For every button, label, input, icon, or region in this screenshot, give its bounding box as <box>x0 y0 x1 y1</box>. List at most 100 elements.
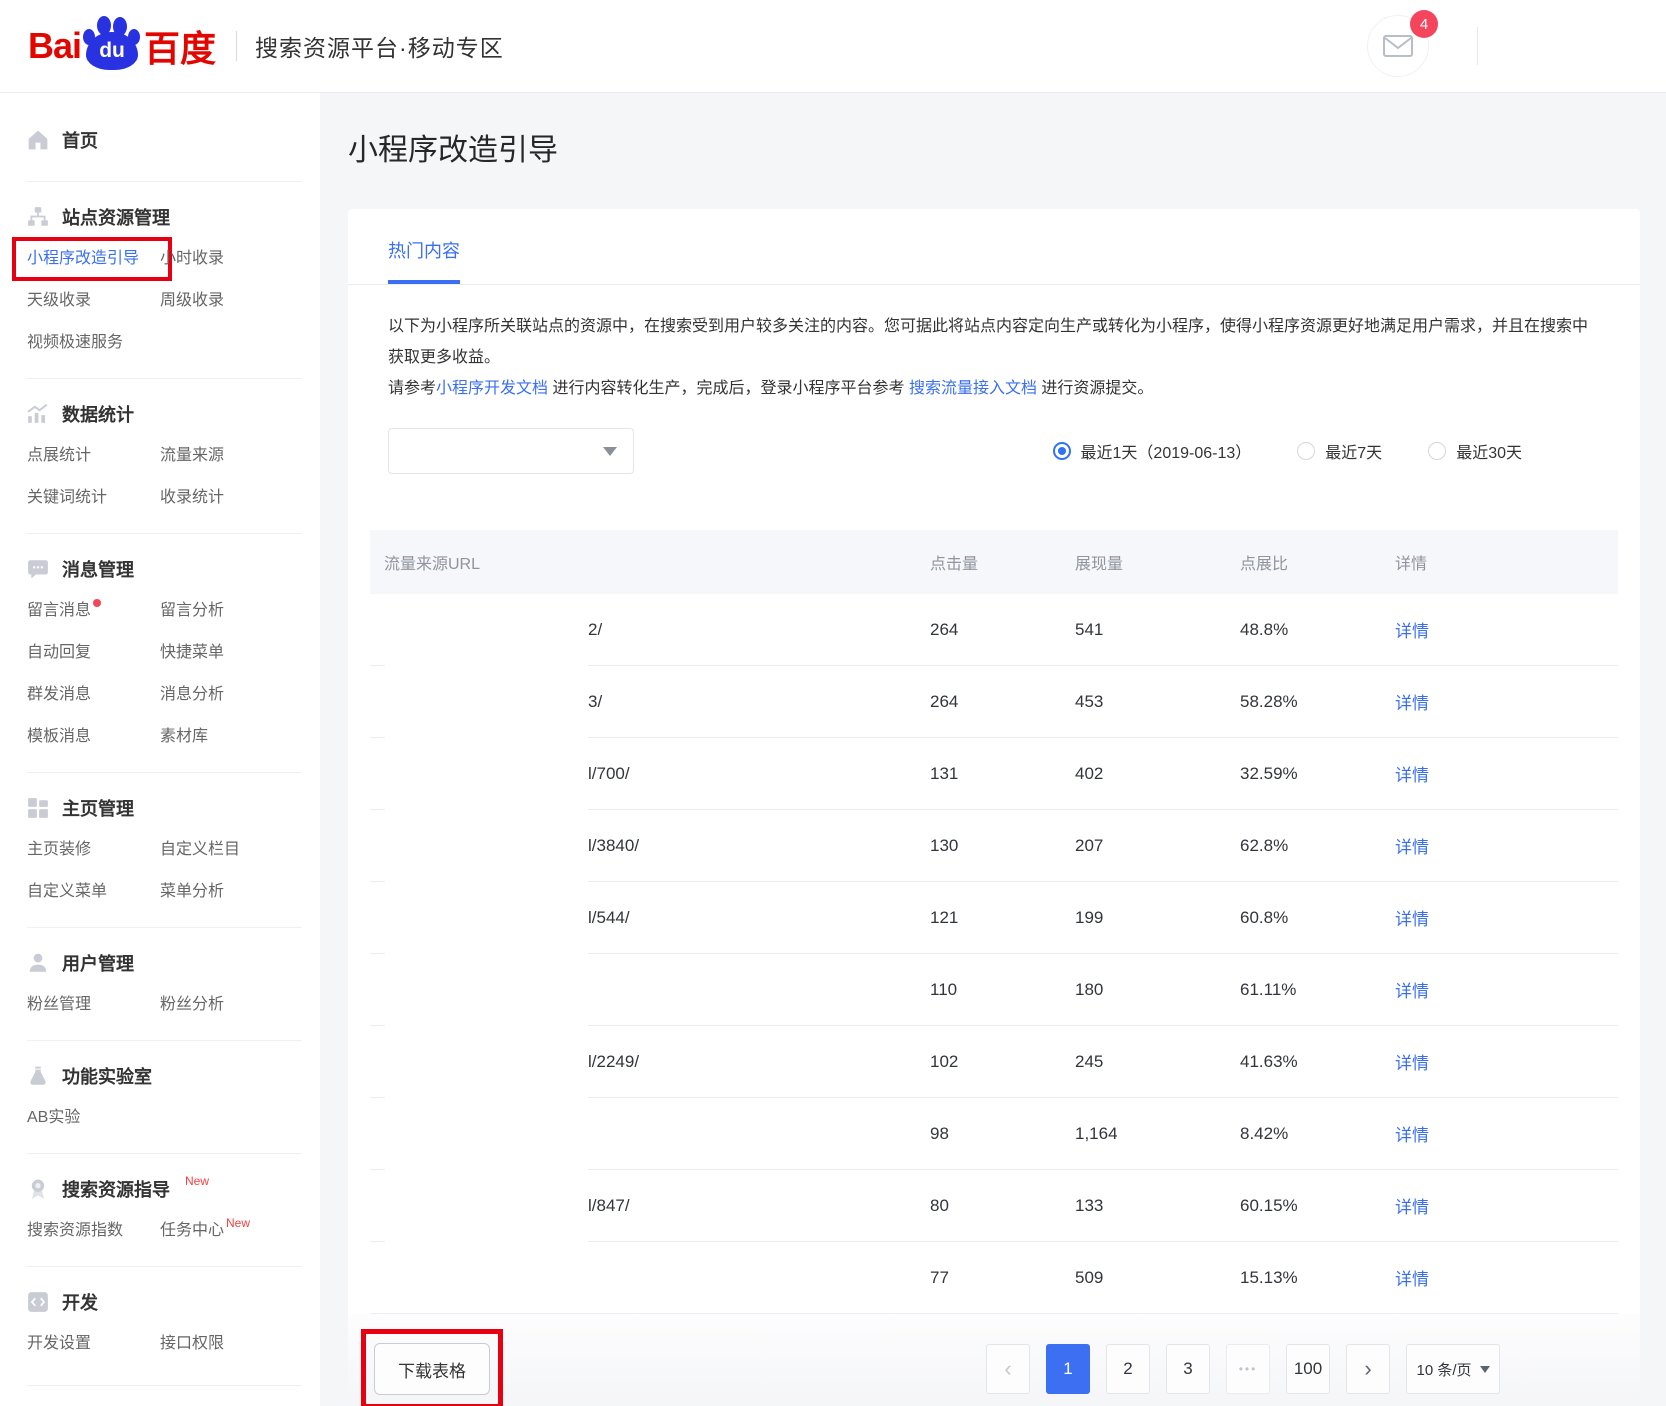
detail-link[interactable]: 详情 <box>1395 694 1429 713</box>
unread-dot <box>93 599 101 607</box>
sidebar-item-fans-analysis[interactable]: 粉丝分析 <box>160 994 224 1016</box>
clicks-value: 80 <box>930 1196 1075 1216</box>
sidebar-item-hourly-inclusion[interactable]: 小时收录 <box>160 248 224 270</box>
next-page-button[interactable]: › <box>1346 1344 1390 1394</box>
sidebar-item-click-impression-stats[interactable]: 点展统计 <box>27 445 91 467</box>
ctr-value: 8.42% <box>1240 1124 1395 1144</box>
detail-link[interactable]: 详情 <box>1395 838 1429 857</box>
impressions-value: 541 <box>1075 620 1240 640</box>
detail-link[interactable]: 详情 <box>1395 1126 1429 1145</box>
grid-icon <box>27 797 49 819</box>
page-button-100[interactable]: 100 <box>1286 1344 1330 1394</box>
filter-row: 最近1天（2019-06-13） 最近7天 最近30天 <box>348 404 1640 474</box>
download-table-button[interactable]: 下载表格 <box>374 1343 490 1395</box>
sidebar-item-auto-reply[interactable]: 自动回复 <box>27 642 91 664</box>
clicks-value: 264 <box>930 620 1075 640</box>
radio-last-1-day[interactable]: 最近1天（2019-06-13） <box>1053 439 1252 463</box>
sidebar-item-inclusion-stats[interactable]: 收录统计 <box>160 487 224 509</box>
sidebar-item-video-express-service[interactable]: 视频极速服务 <box>27 332 123 354</box>
top-header: Bai du 百度 搜索资源平台·移动专区 4 <box>0 0 1666 93</box>
sidebar-item-daily-inclusion[interactable]: 天级收录 <box>27 290 91 312</box>
impressions-value: 180 <box>1075 980 1240 1000</box>
radio-selected-icon <box>1053 442 1071 460</box>
impressions-value: 199 <box>1075 908 1240 928</box>
impressions-value: 133 <box>1075 1196 1240 1216</box>
section-site-resource-management: 站点资源管理 小程序改造引导 小时收录 天级收录 周级收录 视频极速服务 <box>27 181 302 378</box>
main-content: 小程序改造引导 热门内容 以下为小程序所关联站点的资源中，在搜索受到用户较多关注… <box>320 93 1666 1406</box>
intro-text: 以下为小程序所关联站点的资源中，在搜索受到用户较多关注的内容。您可据此将站点内容… <box>348 285 1640 404</box>
section-message-management: 消息管理 留言消息 留言分析 自动回复 快捷菜单 群发消息 消息分析 模板消息 … <box>27 533 302 772</box>
date-range-radios: 最近1天（2019-06-13） 最近7天 最近30天 <box>1053 439 1522 463</box>
user-icon <box>27 952 49 974</box>
page-button-3[interactable]: 3 <box>1166 1344 1210 1394</box>
sidebar-item-home[interactable]: 首页 <box>27 93 302 181</box>
section-development: 开发 开发设置 接口权限 <box>27 1266 302 1386</box>
sidebar-item-miniprogram-guide[interactable]: 小程序改造引导 <box>27 248 139 270</box>
detail-link[interactable]: 详情 <box>1395 982 1429 1001</box>
home-icon <box>27 129 49 151</box>
tab-hot-content[interactable]: 热门内容 <box>388 237 460 284</box>
sidebar-item-comment-messages[interactable]: 留言消息 <box>27 600 99 622</box>
radio-last-30-days[interactable]: 最近30天 <box>1428 439 1522 463</box>
sidebar-item-api-permissions[interactable]: 接口权限 <box>160 1333 224 1355</box>
sidebar-item-template-messages[interactable]: 模板消息 <box>27 726 91 748</box>
sidebar-item-custom-sections[interactable]: 自定义栏目 <box>160 839 240 861</box>
sidebar-item-comment-analysis[interactable]: 留言分析 <box>160 600 224 622</box>
page-size-select[interactable]: 10 条/页 <box>1406 1344 1500 1394</box>
page-button-1[interactable]: 1 <box>1046 1344 1090 1394</box>
impressions-value: 207 <box>1075 836 1240 856</box>
url-redaction-overlay <box>385 594 588 1313</box>
sidebar-item-keyword-stats[interactable]: 关键词统计 <box>27 487 107 509</box>
new-badge: New <box>185 1174 209 1188</box>
prev-page-button[interactable]: ‹ <box>986 1344 1030 1394</box>
sidebar-item-broadcast-messages[interactable]: 群发消息 <box>27 684 91 706</box>
sidebar-item-homepage-decoration[interactable]: 主页装修 <box>27 839 91 861</box>
header-right-divider <box>1477 27 1478 65</box>
sitemap-icon <box>27 206 49 228</box>
sidebar-item-search-resource-index[interactable]: 搜索资源指数 <box>27 1220 123 1242</box>
chevron-down-icon <box>1480 1366 1490 1373</box>
logo-text-bai: Bai <box>28 25 81 67</box>
sidebar-item-fans-management[interactable]: 粉丝管理 <box>27 994 91 1016</box>
sidebar-item-asset-library[interactable]: 素材库 <box>160 726 208 748</box>
code-icon <box>27 1291 49 1313</box>
sidebar-item-quick-menu[interactable]: 快捷菜单 <box>160 642 224 664</box>
detail-link[interactable]: 详情 <box>1395 910 1429 929</box>
clicks-value: 98 <box>930 1124 1075 1144</box>
detail-link[interactable]: 详情 <box>1395 1198 1429 1217</box>
site-select-dropdown[interactable] <box>388 428 634 474</box>
sidebar-item-weekly-inclusion[interactable]: 周级收录 <box>160 290 224 312</box>
sidebar-item-task-center[interactable]: 任务中心New <box>160 1220 250 1242</box>
section-title: 搜索资源指导 <box>62 1176 170 1202</box>
radio-icon <box>1428 442 1446 460</box>
sidebar-item-ab-test[interactable]: AB实验 <box>27 1107 80 1129</box>
clicks-value: 130 <box>930 836 1075 856</box>
miniprogram-dev-doc-link[interactable]: 小程序开发文档 <box>436 380 548 397</box>
detail-link[interactable]: 详情 <box>1395 622 1429 641</box>
section-search-resource-guide: 搜索资源指导 New 搜索资源指数 任务中心New <box>27 1153 302 1266</box>
col-impressions: 展现量 <box>1075 550 1240 574</box>
sidebar-item-dev-settings[interactable]: 开发设置 <box>27 1333 91 1355</box>
section-homepage-management: 主页管理 主页装修 自定义栏目 自定义菜单 菜单分析 <box>27 772 302 927</box>
page-button-2[interactable]: 2 <box>1106 1344 1150 1394</box>
table-footer: 下载表格 ‹ 1 2 3 ••• 100 › 10 条/页 <box>348 1314 1640 1406</box>
col-detail: 详情 <box>1395 550 1618 574</box>
baidu-logo[interactable]: Bai du 百度 <box>28 16 216 76</box>
detail-link[interactable]: 详情 <box>1395 1270 1429 1289</box>
impressions-value: 509 <box>1075 1268 1240 1288</box>
search-traffic-doc-link[interactable]: 搜索流量接入文档 <box>909 380 1037 397</box>
page-ellipsis[interactable]: ••• <box>1226 1344 1270 1394</box>
sidebar-item-message-analysis[interactable]: 消息分析 <box>160 684 224 706</box>
mail-button[interactable]: 4 <box>1367 15 1429 77</box>
detail-link[interactable]: 详情 <box>1395 1054 1429 1073</box>
intro-paragraph-1: 以下为小程序所关联站点的资源中，在搜索受到用户较多关注的内容。您可据此将站点内容… <box>388 311 1600 373</box>
sidebar-item-custom-menu[interactable]: 自定义菜单 <box>27 881 107 903</box>
section-feature-lab: 功能实验室 AB实验 <box>27 1040 302 1153</box>
radio-last-7-days[interactable]: 最近7天 <box>1297 439 1382 463</box>
detail-link[interactable]: 详情 <box>1395 766 1429 785</box>
ctr-value: 41.63% <box>1240 1052 1395 1072</box>
header-divider <box>236 31 237 61</box>
sidebar-item-traffic-source[interactable]: 流量来源 <box>160 445 224 467</box>
sidebar-item-menu-analysis[interactable]: 菜单分析 <box>160 881 224 903</box>
ctr-value: 60.8% <box>1240 908 1395 928</box>
